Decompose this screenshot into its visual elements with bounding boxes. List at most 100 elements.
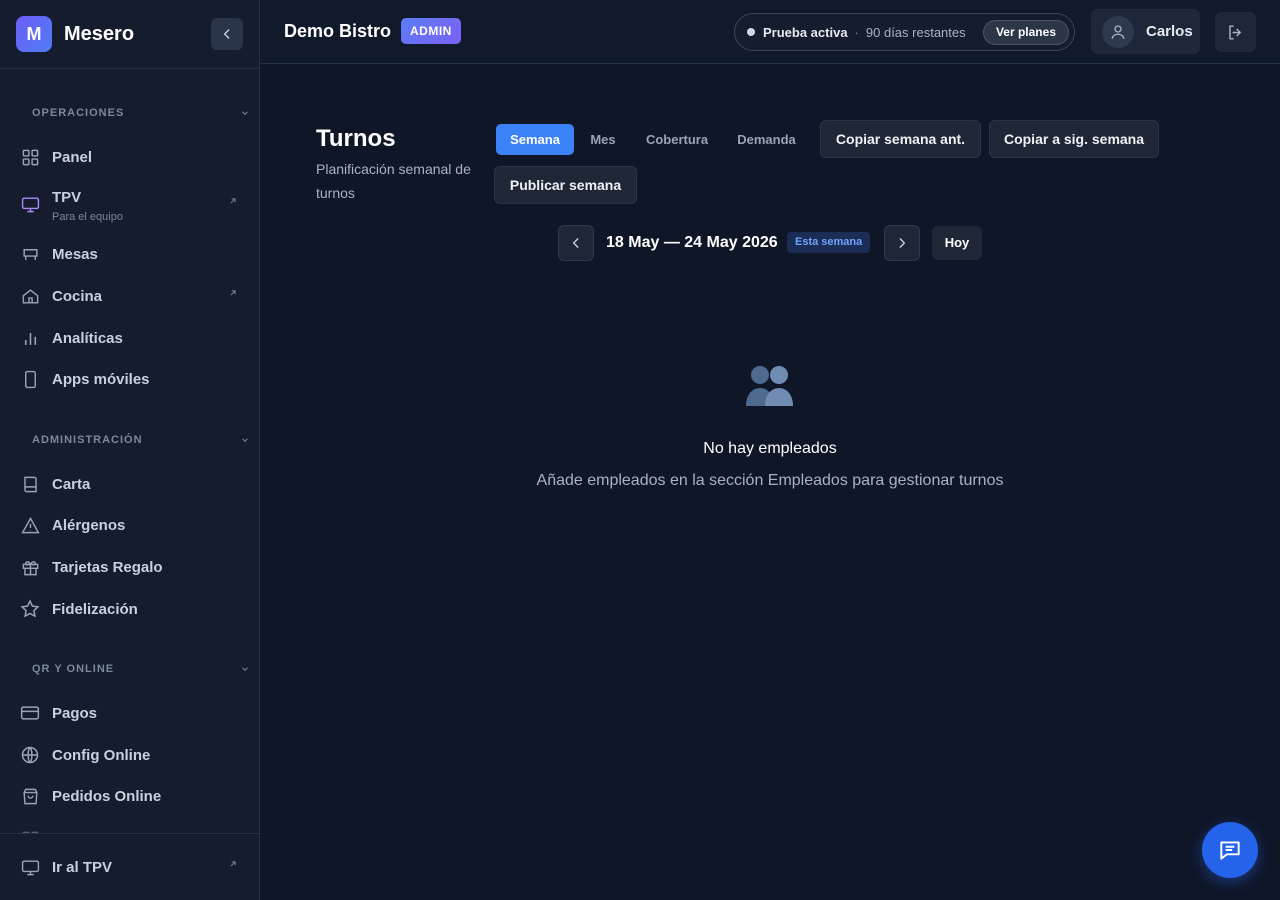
external-link-icon bbox=[230, 290, 236, 296]
sidebar: M Mesero OPERACIONES Panel TPV Para el e… bbox=[0, 0, 260, 900]
globe-icon bbox=[20, 745, 40, 765]
sidebar-item-label: Config Online bbox=[52, 746, 151, 764]
people-icon bbox=[746, 366, 793, 406]
sidebar-item-label: Mesas bbox=[52, 245, 98, 263]
sidebar-item-tpv[interactable]: TPV Para el equipo bbox=[20, 181, 242, 225]
view-plans-button[interactable]: Ver planes bbox=[982, 20, 1069, 45]
go-to-tpv-link[interactable]: Ir al TPV bbox=[20, 849, 242, 885]
external-link-icon bbox=[230, 198, 236, 204]
user-menu[interactable]: Carlos bbox=[1091, 9, 1200, 54]
page-subtitle: Planificación semanal de turnos bbox=[316, 161, 471, 201]
page-title: Turnos bbox=[316, 125, 396, 152]
monitor-icon bbox=[20, 857, 40, 877]
brand-logo[interactable]: M bbox=[16, 16, 52, 52]
sidebar-item-carta[interactable]: Carta bbox=[20, 466, 242, 502]
chevron-left-icon bbox=[572, 238, 579, 248]
role-badge: ADMIN bbox=[401, 18, 461, 44]
sidebar-item-panel[interactable]: Panel bbox=[20, 139, 242, 175]
bar-chart-icon bbox=[20, 328, 40, 348]
collapse-sidebar-button[interactable] bbox=[211, 18, 243, 50]
sidebar-item-pagos[interactable]: Pagos bbox=[20, 695, 242, 731]
copy-to-next-week-button[interactable]: Copiar a sig. semana bbox=[989, 120, 1159, 158]
sidebar-item-label: Cocina bbox=[52, 287, 103, 305]
copy-previous-week-button[interactable]: Copiar semana ant. bbox=[820, 120, 981, 158]
trial-label: Prueba activa bbox=[763, 24, 848, 40]
brand-header: M Mesero bbox=[0, 0, 259, 69]
sidebar-item-pedidos-online[interactable]: Pedidos Online bbox=[20, 778, 242, 814]
shopping-bag-icon bbox=[20, 786, 40, 806]
book-icon bbox=[20, 474, 40, 494]
phone-icon bbox=[20, 369, 40, 389]
warning-icon bbox=[20, 515, 40, 535]
sidebar-item-apps-moviles[interactable]: Apps móviles bbox=[20, 361, 242, 397]
sidebar-item-partial[interactable] bbox=[20, 821, 242, 833]
chevron-down-icon bbox=[242, 438, 248, 442]
section-header-qr-online[interactable]: QR Y ONLINE bbox=[32, 663, 250, 675]
star-icon bbox=[20, 599, 40, 619]
tab-demanda[interactable]: Demanda bbox=[729, 124, 804, 155]
gift-icon bbox=[20, 557, 40, 577]
monitor-icon bbox=[20, 194, 40, 214]
chevron-left-icon bbox=[223, 29, 230, 39]
trial-status: Prueba activa · 90 días restantes Ver pl… bbox=[734, 13, 1075, 51]
tab-semana[interactable]: Semana bbox=[496, 124, 574, 155]
chevron-right-icon bbox=[899, 238, 906, 248]
sidebar-item-config-online[interactable]: Config Online bbox=[20, 737, 242, 773]
sidebar-item-label: Tarjetas Regalo bbox=[52, 558, 163, 576]
logout-icon bbox=[1229, 24, 1241, 40]
business-name: Demo Bistro bbox=[284, 21, 392, 41]
topbar: Demo Bistro ADMIN Prueba activa · 90 día… bbox=[260, 0, 1280, 64]
status-dot bbox=[747, 28, 755, 36]
sidebar-item-fidelizacion[interactable]: Fidelización bbox=[20, 591, 242, 627]
sidebar-item-sublabel: Para el equipo bbox=[52, 211, 123, 223]
grid-icon bbox=[20, 147, 40, 167]
trial-days-remaining: 90 días restantes bbox=[865, 24, 966, 40]
logout-button[interactable] bbox=[1215, 12, 1256, 52]
table-icon bbox=[20, 244, 40, 264]
sidebar-item-mesas[interactable]: Mesas bbox=[20, 236, 242, 272]
sidebar-item-label: Pedidos Online bbox=[52, 787, 162, 805]
week-range: 18 May — 24 May 2026 bbox=[606, 234, 778, 251]
sidebar-item-tarjetas-regalo[interactable]: Tarjetas Regalo bbox=[20, 549, 242, 585]
chevron-down-icon bbox=[242, 667, 248, 671]
sidebar-footer: Ir al TPV bbox=[0, 833, 259, 900]
section-title: ADMINISTRACIÓN bbox=[32, 434, 143, 446]
sidebar-item-label: Panel bbox=[52, 148, 93, 166]
sidebar-item-label: Fidelización bbox=[52, 600, 138, 618]
publish-week-button[interactable]: Publicar semana bbox=[494, 166, 637, 204]
sidebar-item-label: Alérgenos bbox=[52, 516, 126, 534]
sidebar-item-label: Apps móviles bbox=[52, 370, 150, 388]
sidebar-item-analiticas[interactable]: Analíticas bbox=[20, 320, 242, 356]
brand-name[interactable]: Mesero bbox=[64, 23, 134, 46]
section-title: OPERACIONES bbox=[32, 107, 125, 119]
chat-icon bbox=[1220, 841, 1240, 860]
sidebar-nav: OPERACIONES Panel TPV Para el equipo Mes… bbox=[0, 69, 259, 833]
section-title: QR Y ONLINE bbox=[32, 663, 115, 675]
next-week-button[interactable] bbox=[884, 225, 920, 261]
avatar bbox=[1102, 15, 1134, 48]
sidebar-item-alergenos[interactable]: Alérgenos bbox=[20, 507, 242, 543]
previous-week-button[interactable] bbox=[558, 225, 594, 261]
sidebar-item-label: Carta bbox=[52, 475, 91, 493]
sidebar-item-label: Pagos bbox=[52, 704, 98, 722]
tab-cobertura[interactable]: Cobertura bbox=[637, 124, 717, 155]
sidebar-item-label: Analíticas bbox=[52, 329, 123, 347]
user-icon bbox=[1111, 24, 1125, 39]
user-name: Carlos bbox=[1146, 23, 1193, 40]
tab-mes[interactable]: Mes bbox=[583, 124, 623, 155]
empty-state-title: No hay empleados bbox=[703, 440, 837, 457]
sidebar-item-label: Ir al TPV bbox=[52, 858, 113, 876]
section-header-administracion[interactable]: ADMINISTRACIÓN bbox=[32, 434, 250, 446]
external-link-icon bbox=[230, 861, 236, 867]
empty-state-text: Añade empleados en la sección Empleados … bbox=[536, 472, 1004, 489]
sidebar-item-cocina[interactable]: Cocina bbox=[20, 278, 242, 314]
section-header-operaciones[interactable]: OPERACIONES bbox=[32, 107, 250, 119]
chat-button[interactable] bbox=[1202, 822, 1258, 878]
today-button[interactable]: Hoy bbox=[932, 226, 982, 260]
separator: · bbox=[854, 24, 859, 40]
chevron-down-icon bbox=[242, 111, 248, 115]
sidebar-item-label: TPV bbox=[52, 189, 82, 206]
current-week-badge: Esta semana bbox=[787, 232, 871, 253]
credit-card-icon bbox=[20, 703, 40, 723]
home-icon bbox=[20, 286, 40, 306]
